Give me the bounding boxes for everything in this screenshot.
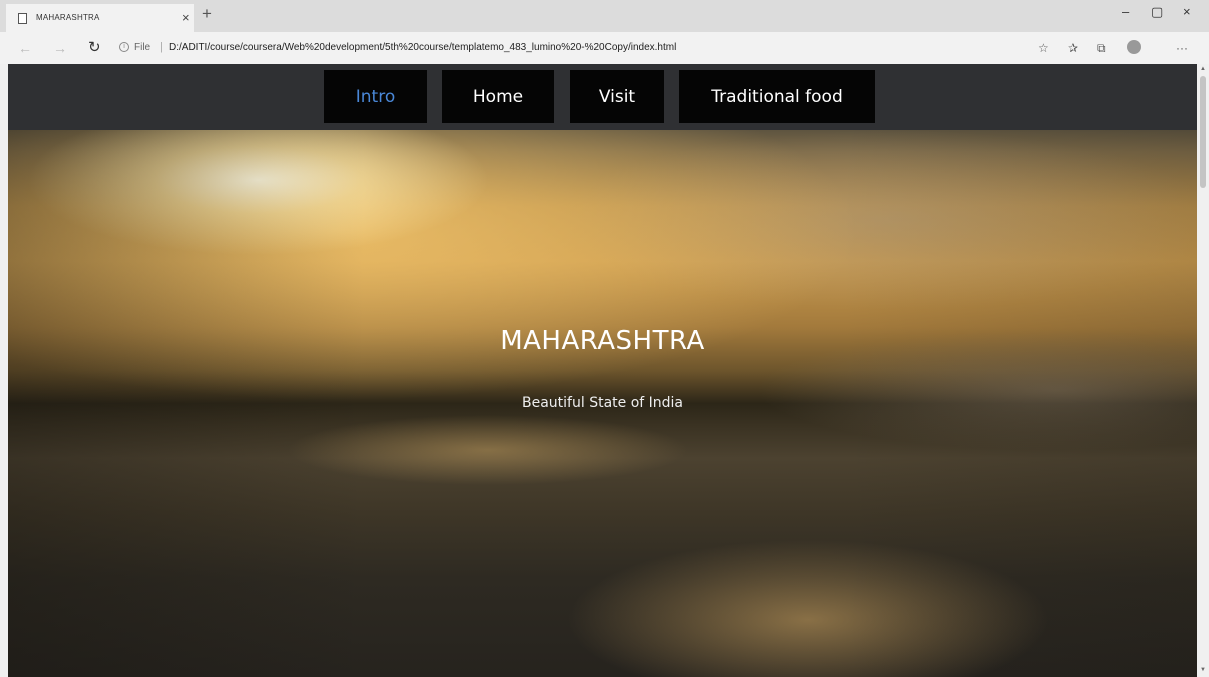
hero-subtitle: Beautiful State of India bbox=[522, 395, 683, 411]
address-url[interactable]: D:/ADITI/course/coursera/Web%20developme… bbox=[169, 42, 676, 53]
collections-icon[interactable]: ⧉ bbox=[1097, 41, 1106, 55]
minimize-icon[interactable]: – bbox=[1122, 5, 1129, 19]
address-prefix[interactable]: File bbox=[134, 42, 150, 53]
scroll-up-icon[interactable]: ▲ bbox=[1200, 66, 1206, 72]
tab-strip: MAHARASHTRA × + – ▢ × bbox=[0, 0, 1209, 32]
hero-title: MAHARASHTRA bbox=[500, 326, 705, 356]
nav-traditional-food[interactable]: Traditional food bbox=[679, 70, 875, 123]
tab-title: MAHARASHTRA bbox=[36, 13, 100, 22]
scroll-thumb[interactable] bbox=[1200, 76, 1206, 188]
browser-tab[interactable]: MAHARASHTRA × bbox=[6, 4, 194, 32]
page-icon bbox=[18, 13, 27, 24]
favorite-star-icon[interactable]: ☆ bbox=[1038, 41, 1049, 55]
nav-visit[interactable]: Visit bbox=[570, 70, 664, 123]
hero-banner: MAHARASHTRA Beautiful State of India bbox=[8, 130, 1197, 677]
nav-intro[interactable]: Intro bbox=[324, 70, 427, 123]
close-tab-icon[interactable]: × bbox=[182, 10, 190, 25]
new-tab-icon[interactable]: + bbox=[202, 5, 212, 22]
page-scrollbar[interactable]: ▲ ▼ bbox=[1197, 64, 1209, 677]
favorites-icon[interactable]: ✰ bbox=[1068, 41, 1078, 55]
nav-home[interactable]: Home bbox=[442, 70, 554, 123]
maximize-icon[interactable]: ▢ bbox=[1151, 5, 1163, 19]
address-separator: | bbox=[160, 41, 163, 53]
scroll-down-icon[interactable]: ▼ bbox=[1200, 667, 1206, 673]
page-viewport: Intro Home Visit Traditional food MAHARA… bbox=[8, 64, 1197, 677]
profile-icon[interactable] bbox=[1127, 40, 1141, 54]
refresh-icon[interactable]: ↻ bbox=[88, 40, 101, 56]
close-window-icon[interactable]: × bbox=[1183, 5, 1191, 19]
site-navbar: Intro Home Visit Traditional food bbox=[8, 64, 1197, 130]
address-toolbar: ← → ↻ i File | D:/ADITI/course/coursera/… bbox=[0, 32, 1209, 64]
more-icon[interactable]: ··· bbox=[1176, 41, 1188, 55]
info-icon[interactable]: i bbox=[119, 42, 129, 52]
back-icon[interactable]: ← bbox=[18, 40, 32, 56]
forward-icon[interactable]: → bbox=[53, 40, 67, 56]
